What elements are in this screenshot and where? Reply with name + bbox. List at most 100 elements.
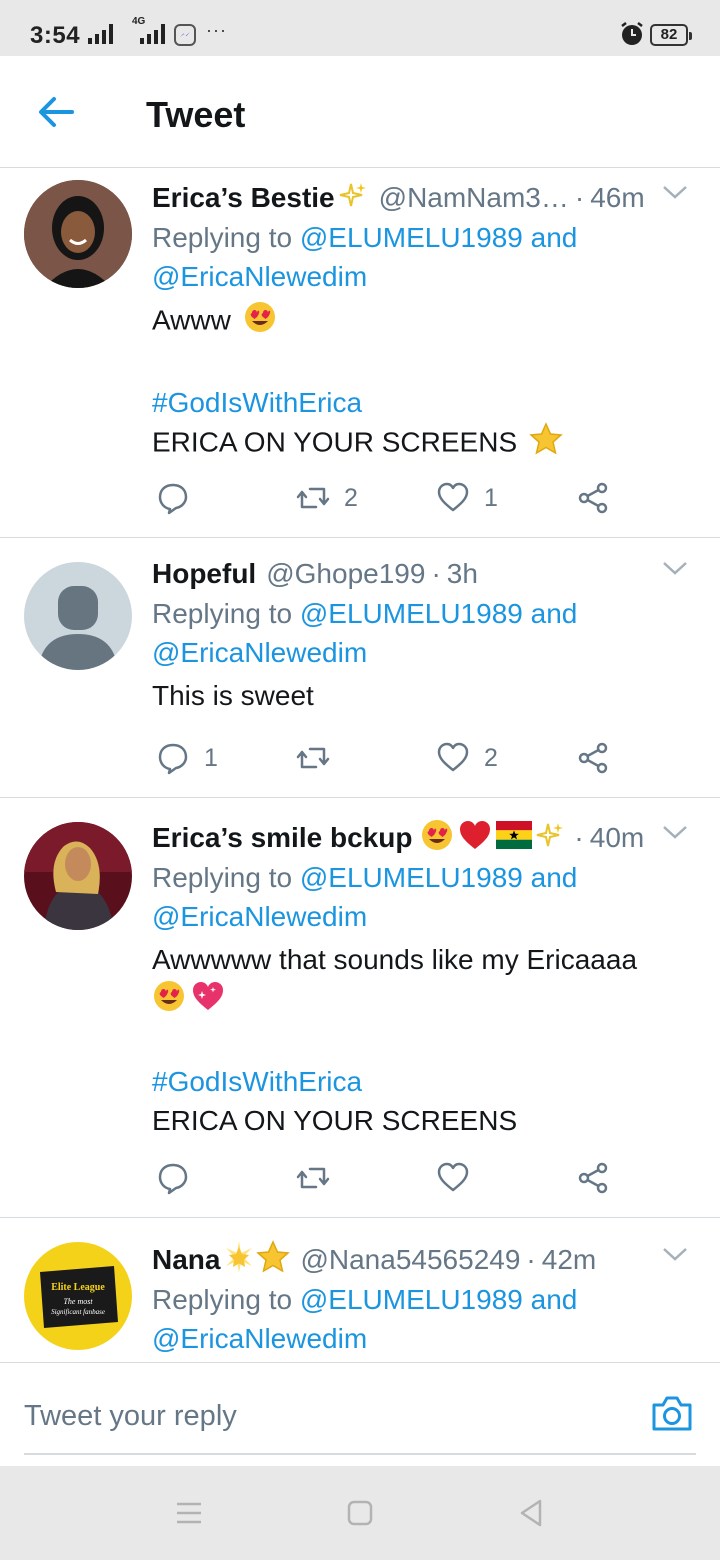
retweet-icon — [296, 487, 330, 509]
display-name[interactable]: Hopeful — [152, 558, 256, 590]
retweet-button[interactable] — [296, 1158, 344, 1198]
home-icon[interactable] — [343, 1496, 377, 1530]
timestamp: 46m — [590, 182, 645, 213]
battery-icon: 82 — [650, 24, 692, 46]
tweet-item[interactable]: Hopeful @Ghope199 · 3h Replying to @ELUM… — [0, 538, 720, 798]
display-name[interactable]: Erica’s Bestie — [152, 182, 335, 214]
chevron-down-icon[interactable] — [662, 560, 688, 576]
avatar-text: The most — [63, 1297, 93, 1306]
chevron-down-icon[interactable] — [662, 1246, 688, 1262]
mention-link[interactable]: @ELUMELU1989 — [300, 862, 523, 893]
mention-link[interactable]: @EricaNlewedim — [152, 1323, 367, 1354]
tweet-text: This is sweet — [152, 680, 314, 711]
tweet-actions: 1 2 — [152, 738, 622, 778]
avatar-text: Significant fanbase — [51, 1308, 105, 1316]
mention-link[interactable]: @EricaNlewedim — [152, 261, 367, 292]
tweet-actions — [152, 1158, 622, 1198]
retweet-icon — [296, 1167, 330, 1189]
avatar[interactable] — [24, 180, 132, 288]
avatar[interactable]: Elite League The most Significant fanbas… — [24, 1242, 132, 1350]
reply-icon — [158, 743, 188, 775]
status-time: 3:54 — [30, 22, 81, 49]
reply-icon — [158, 1163, 188, 1195]
user-handle[interactable]: @NamNam3… — [379, 182, 569, 214]
red-heart-emoji — [458, 818, 492, 859]
system-nav-bar — [0, 1466, 720, 1560]
heart-icon — [437, 482, 469, 512]
separator-dot: · — [574, 182, 585, 213]
user-handle[interactable]: @Ghope199 — [266, 558, 425, 590]
tweet-text: Awwwww that sounds like my Ericaaaa #God… — [152, 944, 638, 1136]
like-count: 2 — [484, 743, 498, 772]
retweet-icon — [296, 747, 330, 769]
star-emoji — [529, 422, 563, 466]
share-button[interactable] — [576, 478, 610, 518]
like-count: 1 — [484, 483, 498, 512]
hashtag-link[interactable]: #GodIsWithErica — [152, 387, 362, 418]
tweet-item[interactable]: Erica’s Bestie @NamNam3… · 46m Replying … — [0, 168, 720, 538]
retweet-count: 2 — [344, 483, 358, 512]
display-name[interactable]: Nana — [152, 1244, 220, 1276]
back-triangle-icon[interactable] — [514, 1496, 548, 1530]
separator-dot: · — [431, 558, 441, 589]
mention-link[interactable]: @ELUMELU1989 — [300, 222, 523, 253]
page-title: Tweet — [146, 94, 246, 135]
heart-eyes-emoji — [243, 300, 277, 344]
tweet-item[interactable]: Elite League The most Significant fanbas… — [0, 1218, 720, 1362]
menu-icon[interactable] — [172, 1496, 206, 1530]
chevron-down-icon[interactable] — [662, 824, 688, 840]
timestamp: 3h — [446, 558, 478, 589]
reply-icon — [158, 483, 188, 515]
tweet-actions: 2 1 — [152, 478, 622, 518]
replying-to: Replying to @ELUMELU1989 and @EricaNlewe… — [152, 1284, 578, 1354]
mention-link[interactable]: @EricaNlewedim — [152, 901, 367, 932]
separator-dot: · — [574, 822, 584, 853]
timestamp: 42m — [541, 1244, 597, 1275]
mention-link[interactable]: @ELUMELU1989 — [300, 598, 523, 629]
reply-input[interactable] — [24, 1379, 696, 1455]
share-button[interactable] — [576, 738, 610, 778]
reply-button[interactable] — [156, 478, 204, 518]
status-bar: 3:54 4G ··· 82 — [0, 0, 720, 56]
share-icon — [578, 742, 608, 774]
share-button[interactable] — [576, 1158, 610, 1198]
avatar-text: Elite League — [51, 1282, 105, 1293]
avatar[interactable] — [24, 562, 132, 670]
mention-link[interactable]: @EricaNlewedim — [152, 637, 367, 668]
reply-composer — [0, 1362, 720, 1466]
arrow-left-icon[interactable] — [34, 92, 76, 132]
display-name[interactable]: Erica’s smile bckup — [152, 822, 412, 854]
heart-eyes-emoji — [420, 818, 454, 859]
tweet-item[interactable]: Erica’s smile bckup · 40m Replying to @E… — [0, 798, 720, 1218]
heart-eyes-emoji — [152, 979, 186, 1023]
replying-to: Replying to @ELUMELU1989 and @EricaNlewe… — [152, 222, 578, 292]
timestamp: 40m — [589, 822, 645, 853]
avatar[interactable] — [24, 822, 132, 930]
glowing-star-emoji — [222, 1240, 256, 1281]
heart-icon — [437, 742, 469, 772]
heart-icon — [437, 1162, 469, 1192]
mention-link[interactable]: @ELUMELU1989 — [300, 1284, 523, 1315]
like-button[interactable] — [436, 1158, 484, 1198]
more-notifications-icon: ··· — [206, 20, 227, 40]
user-handle[interactable]: @Nana54565249 — [300, 1244, 520, 1276]
share-icon — [578, 1162, 608, 1194]
replying-to: Replying to @ELUMELU1989 and @EricaNlewe… — [152, 598, 578, 668]
sparkles-emoji — [339, 181, 367, 216]
messenger-icon — [174, 24, 196, 46]
retweet-button[interactable] — [296, 738, 344, 778]
retweet-button[interactable]: 2 — [296, 478, 358, 518]
reply-button[interactable]: 1 — [156, 738, 218, 778]
reply-button[interactable] — [156, 1158, 204, 1198]
signal-icon — [88, 24, 113, 44]
star-emoji — [256, 1239, 291, 1281]
like-button[interactable]: 1 — [436, 478, 498, 518]
signal-icon-2 — [140, 24, 165, 44]
ghana-flag-emoji — [496, 820, 533, 856]
camera-icon[interactable] — [650, 1393, 694, 1433]
chevron-down-icon[interactable] — [662, 184, 688, 200]
like-button[interactable]: 2 — [436, 738, 498, 778]
replying-to: Replying to @ELUMELU1989 and @EricaNlewe… — [152, 862, 578, 932]
reply-count: 1 — [204, 743, 218, 772]
hashtag-link[interactable]: #GodIsWithErica — [152, 1066, 362, 1097]
